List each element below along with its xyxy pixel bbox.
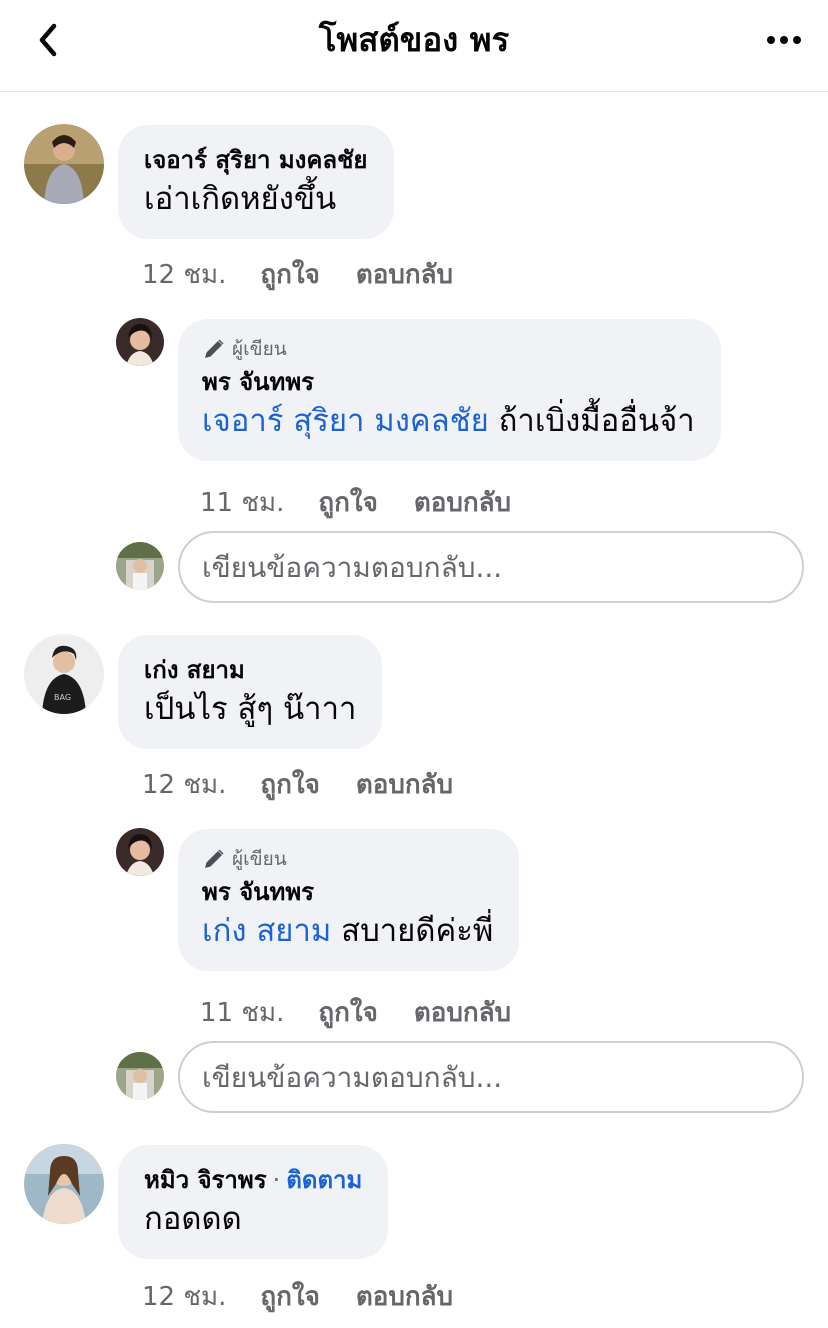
- comment-time: 11 ชม.: [200, 998, 285, 1028]
- commenter-name[interactable]: เก่ง สยาม: [144, 653, 356, 687]
- commenter-header: หมิว จิราพร · ติดตาม: [144, 1163, 362, 1197]
- pencil-icon: [205, 339, 224, 358]
- comment-time: 12 ชม.: [142, 770, 227, 800]
- comment-bubble: เจอาร์ สุริยา มงคลชัย เอ่าเกิดหยังขึ้น: [118, 125, 394, 239]
- reply-text: ถ้าเบิ่งมื้ออื่นจ้า: [488, 403, 695, 439]
- more-horizontal-icon: [767, 36, 801, 44]
- reply-input[interactable]: [202, 550, 780, 584]
- reply-button[interactable]: ตอบกลับ: [356, 254, 453, 295]
- follow-button[interactable]: ติดตาม: [286, 1166, 362, 1194]
- comment-text: เป็นไร สู้ๆ น๊าาา: [144, 691, 357, 727]
- author-avatar[interactable]: [116, 318, 164, 366]
- svg-text:BAG: BAG: [54, 693, 71, 702]
- comment-text: เจอาร์ สุริยา มงคลชัย ถ้าเบิ่งมื้ออื่นจ้…: [202, 399, 695, 443]
- author-label: ผู้เขียน: [232, 848, 287, 870]
- comment-text: กอดดด: [144, 1201, 242, 1237]
- commenter-name[interactable]: เจอาร์ สุริยา มงคลชัย: [144, 143, 368, 177]
- comment-time: 11 ชม.: [200, 488, 285, 518]
- like-button[interactable]: ถูกใจ: [318, 992, 377, 1033]
- top-bar: โพสต์ของ พร: [0, 0, 828, 92]
- comment-actions: 12 ชม. ถูกใจ ตอบกลับ: [142, 764, 489, 805]
- author-badge: ผู้เขียน: [202, 845, 493, 873]
- comment-text: เอ่าเกิดหยังขึ้น: [144, 181, 337, 217]
- my-avatar: [116, 1052, 164, 1100]
- commenter-name[interactable]: พร จันทพร: [202, 365, 695, 399]
- mention-link[interactable]: เก่ง สยาม: [202, 913, 331, 949]
- commenter-name[interactable]: หมิว จิราพร: [144, 1166, 267, 1194]
- reply-input-box[interactable]: [178, 531, 804, 603]
- reply-text: สบายดีค่ะพี่: [331, 913, 494, 949]
- author-avatar[interactable]: [116, 828, 164, 876]
- author-badge: ผู้เขียน: [202, 335, 695, 363]
- comment-actions: 11 ชม. ถูกใจ ตอบกลับ: [200, 482, 547, 523]
- reply-button[interactable]: ตอบกลับ: [414, 992, 511, 1033]
- comment-time: 12 ชม.: [142, 1282, 227, 1312]
- reply-input-box[interactable]: [178, 1041, 804, 1113]
- like-button[interactable]: ถูกใจ: [260, 254, 319, 295]
- reply-button[interactable]: ตอบกลับ: [356, 1276, 453, 1317]
- like-button[interactable]: ถูกใจ: [260, 764, 319, 805]
- comment-bubble: หมิว จิราพร · ติดตาม กอดดด: [118, 1145, 389, 1259]
- reply-input[interactable]: [202, 1060, 780, 1094]
- avatar[interactable]: [24, 1144, 104, 1224]
- mention-link[interactable]: เจอาร์ สุริยา มงคลชัย: [202, 403, 489, 439]
- my-avatar: [116, 542, 164, 590]
- comment-text: เก่ง สยาม สบายดีค่ะพี่: [202, 909, 493, 953]
- comment-time: 12 ชม.: [142, 260, 227, 290]
- avatar[interactable]: BAG: [24, 634, 104, 714]
- pencil-icon: [205, 849, 224, 868]
- comment-bubble: เก่ง สยาม เป็นไร สู้ๆ น๊าาา: [118, 635, 383, 749]
- commenter-name[interactable]: พร จันทพร: [202, 875, 493, 909]
- avatar[interactable]: [24, 124, 104, 204]
- comment-actions: 12 ชม. ถูกใจ ตอบกลับ: [142, 1276, 489, 1317]
- page-title: โพสต์ของ พร: [318, 20, 510, 59]
- more-button[interactable]: [762, 20, 806, 60]
- like-button[interactable]: ถูกใจ: [318, 482, 377, 523]
- comment-actions: 11 ชม. ถูกใจ ตอบกลับ: [200, 992, 547, 1033]
- reply-button[interactable]: ตอบกลับ: [356, 764, 453, 805]
- reply-button[interactable]: ตอบกลับ: [414, 482, 511, 523]
- author-reply-bubble: ผู้เขียน พร จันทพร เจอาร์ สุริยา มงคลชัย…: [178, 319, 721, 461]
- separator-dot: ·: [272, 1166, 281, 1194]
- author-label: ผู้เขียน: [232, 338, 287, 360]
- comment-actions: 12 ชม. ถูกใจ ตอบกลับ: [142, 254, 489, 295]
- like-button[interactable]: ถูกใจ: [260, 1276, 319, 1317]
- author-reply-bubble: ผู้เขียน พร จันทพร เก่ง สยาม สบายดีค่ะพี…: [178, 829, 520, 971]
